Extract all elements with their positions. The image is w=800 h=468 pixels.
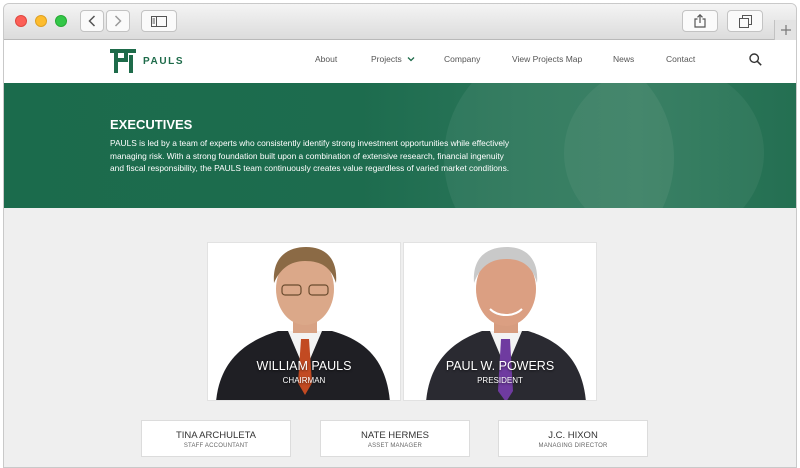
- forward-icon: [114, 15, 122, 27]
- staff-card[interactable]: J.C. HIXON MANAGING DIRECTOR: [498, 420, 648, 457]
- staff-role: MANAGING DIRECTOR: [538, 443, 608, 449]
- site-header: PAULS About Projects Company View Projec…: [4, 40, 796, 83]
- executive-title: CHAIRMAN: [282, 376, 326, 385]
- staff-name: J.C. HIXON: [548, 430, 598, 441]
- executives-content: WILLIAM PAULS CHAIRMAN PAUL W. POWERS PR…: [4, 208, 796, 467]
- sidebar-icon: [151, 15, 167, 27]
- chevron-down-icon: [407, 57, 415, 62]
- back-button[interactable]: [80, 10, 104, 32]
- sidebar-button[interactable]: [141, 10, 177, 32]
- tabs-overview-button[interactable]: [727, 10, 763, 32]
- nav-view-projects-map[interactable]: View Projects Map: [512, 54, 582, 64]
- forward-button[interactable]: [106, 10, 130, 32]
- new-tab-button[interactable]: [774, 20, 796, 40]
- logo-wordmark: PAULS: [143, 55, 185, 67]
- staff-name: NATE HERMES: [361, 430, 429, 441]
- nav-company[interactable]: Company: [444, 54, 480, 64]
- staff-role: ASSET MANAGER: [367, 443, 423, 449]
- page-title: EXECUTIVES: [110, 117, 193, 132]
- back-icon: [88, 15, 96, 27]
- executive-name: PAUL W. POWERS: [445, 359, 555, 373]
- minimize-window-button[interactable]: [35, 15, 47, 27]
- tabs-icon: [738, 14, 752, 28]
- staff-card[interactable]: NATE HERMES ASSET MANAGER: [320, 420, 470, 457]
- executive-title: PRESIDENT: [477, 376, 523, 385]
- zoom-window-button[interactable]: [55, 15, 67, 27]
- staff-name: TINA ARCHULETA: [175, 430, 257, 441]
- browser-toolbar: [4, 4, 796, 40]
- nav-about[interactable]: About: [315, 54, 337, 64]
- staff-role: STAFF ACCOUNTANT: [183, 443, 249, 449]
- executive-card[interactable]: WILLIAM PAULS CHAIRMAN: [207, 242, 401, 401]
- share-icon: [694, 14, 706, 28]
- close-window-button[interactable]: [15, 15, 27, 27]
- search-icon[interactable]: [749, 53, 762, 66]
- nav-projects-label: Projects: [371, 54, 402, 64]
- nav-news[interactable]: News: [613, 54, 634, 64]
- site-logo[interactable]: PAULS: [110, 49, 184, 73]
- nav-projects[interactable]: Projects: [371, 54, 415, 64]
- nav-contact[interactable]: Contact: [666, 54, 695, 64]
- hero-description: PAULS is led by a team of experts who co…: [110, 138, 510, 173]
- executive-card[interactable]: PAUL W. POWERS PRESIDENT: [403, 242, 597, 401]
- hero-background-shade: [564, 83, 764, 208]
- browser-window: PAULS About Projects Company View Projec…: [3, 3, 797, 468]
- staff-card[interactable]: TINA ARCHULETA STAFF ACCOUNTANT: [141, 420, 291, 457]
- pauls-logo-mark-icon: [110, 49, 136, 73]
- new-tab-icon: [780, 25, 791, 35]
- executive-name: WILLIAM PAULS: [256, 359, 352, 373]
- hero-banner: EXECUTIVES PAULS is led by a team of exp…: [4, 83, 796, 208]
- share-button[interactable]: [682, 10, 718, 32]
